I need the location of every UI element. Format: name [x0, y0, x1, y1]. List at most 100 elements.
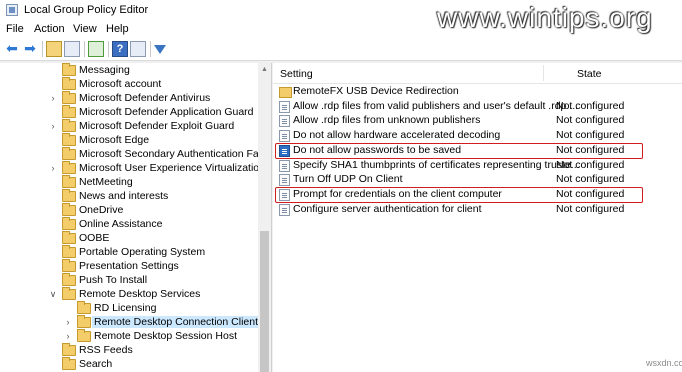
tree-item-label: Microsoft Defender Application Guard	[79, 106, 254, 118]
policy-name: Turn Off UDP On Client	[293, 173, 403, 186]
highlight-box	[275, 142, 643, 159]
tree-item[interactable]: Microsoft account	[48, 77, 258, 92]
policy-name: Specify SHA1 thumbprints of certificates…	[293, 158, 580, 171]
tree-item[interactable]: Search	[48, 357, 258, 372]
folder-icon	[62, 119, 76, 132]
tree-item-label: News and interests	[79, 190, 169, 202]
tree-pane: Messaging Microsoft account › Microsoft Def…	[0, 63, 272, 372]
policy-row[interactable]: Allow .rdp files from valid publishers a…	[273, 100, 682, 114]
tree-item-label: Remote Desktop Services	[79, 288, 201, 300]
folder-icon	[62, 189, 76, 202]
folder-icon	[77, 329, 91, 342]
toolbar-separator	[108, 41, 109, 57]
folder-icon	[62, 357, 76, 370]
tree-item[interactable]: Presentation Settings	[48, 259, 258, 274]
help-icon[interactable]: ?	[112, 41, 128, 57]
tree-item[interactable]: RSS Feeds	[48, 343, 258, 358]
tree-item-label: Microsoft Secondary Authentication Facto…	[79, 148, 272, 160]
expand-chevron-icon[interactable]: ›	[48, 93, 58, 103]
policy-state: Not configured	[556, 114, 625, 127]
filter-icon[interactable]	[154, 45, 166, 54]
tree-item[interactable]: RD Licensing	[63, 301, 258, 316]
folder-icon	[62, 77, 76, 90]
tree-item[interactable]: › Remote Desktop Connection Client	[63, 315, 261, 330]
corner-watermark: wsxdn.com	[646, 358, 682, 368]
policy-icon	[279, 115, 290, 128]
toolbar-separator	[84, 41, 85, 57]
tree-item[interactable]: Portable Operating System	[48, 245, 258, 260]
tree-item[interactable]: Microsoft Defender Application Guard	[48, 105, 258, 120]
folder-icon	[279, 87, 292, 98]
tree-item[interactable]: › Microsoft User Experience Virtualizatio…	[48, 161, 265, 176]
tree-item-label: OOBE	[79, 232, 110, 244]
policy-name: Allow .rdp files from valid publishers a…	[293, 99, 579, 112]
folder-icon	[62, 175, 76, 188]
expand-chevron-icon[interactable]: ›	[63, 331, 73, 341]
folder-icon	[62, 231, 76, 244]
policy-row[interactable]: Do not allow hardware accelerated decodi…	[273, 129, 682, 143]
tree-item[interactable]: Online Assistance	[48, 217, 258, 232]
tree-item-label: RSS Feeds	[79, 344, 133, 356]
export-list-icon[interactable]	[88, 41, 104, 57]
scroll-up-icon[interactable]: ▲	[261, 66, 268, 73]
menu-view[interactable]: View	[73, 23, 97, 35]
column-divider[interactable]	[543, 65, 544, 81]
folder-icon	[62, 63, 76, 76]
menu-help[interactable]: Help	[106, 23, 129, 35]
toolbar: ⬅ ➡ ?	[0, 38, 682, 61]
tree-item-label: Microsoft User Experience Virtualization	[79, 162, 265, 174]
tree-item[interactable]: OneDrive	[48, 203, 258, 218]
expand-chevron-icon[interactable]: ›	[63, 317, 73, 327]
tree-item-label: Microsoft Defender Exploit Guard	[79, 120, 235, 132]
tree-scrollbar[interactable]: ▲	[258, 63, 271, 372]
app-icon	[6, 4, 18, 16]
settings-pane: Setting State RemoteFX USB Device Redire…	[273, 63, 682, 372]
tree-item[interactable]: News and interests	[48, 189, 258, 204]
expand-chevron-icon[interactable]: ›	[48, 163, 58, 173]
folder-icon	[62, 245, 76, 258]
back-arrow-icon[interactable]: ⬅	[4, 41, 20, 57]
menu-action[interactable]: Action	[34, 23, 65, 35]
tree-item[interactable]: › Remote Desktop Session Host	[63, 329, 258, 344]
tree-item[interactable]: ∨ Remote Desktop Services	[48, 287, 258, 302]
tree-item-label: Presentation Settings	[79, 260, 179, 272]
column-state[interactable]: State	[577, 68, 602, 80]
tree-item[interactable]: Messaging	[48, 63, 258, 78]
policy-icon	[279, 203, 290, 216]
up-folder-icon[interactable]	[46, 41, 62, 57]
folder-icon	[62, 105, 76, 118]
policy-state: Not configured	[556, 99, 625, 112]
folder-icon	[62, 343, 76, 356]
tree-item-label: Remote Desktop Session Host	[94, 330, 237, 342]
tree-item-label: Search	[79, 358, 113, 370]
tree-item-label: Push To Install	[79, 274, 148, 286]
tree-item[interactable]: NetMeeting	[48, 175, 258, 190]
tree-item[interactable]: Push To Install	[48, 273, 258, 288]
policy-row[interactable]: Allow .rdp files from unknown publishers…	[273, 114, 682, 128]
policy-row[interactable]: Configure server authentication for clie…	[273, 203, 682, 217]
settings-folder-row[interactable]: RemoteFX USB Device Redirection	[273, 85, 682, 99]
policy-row[interactable]: Turn Off UDP On Client Not configured	[273, 173, 682, 187]
properties-icon[interactable]	[130, 41, 146, 57]
tree-item[interactable]: OOBE	[48, 231, 258, 246]
forward-arrow-icon[interactable]: ➡	[22, 41, 38, 57]
tree-item-label: OneDrive	[79, 204, 124, 216]
policy-icon	[279, 100, 290, 113]
menu-file[interactable]: File	[6, 23, 24, 35]
show-hide-tree-icon[interactable]	[64, 41, 80, 57]
policy-row[interactable]: Specify SHA1 thumbprints of certificates…	[273, 159, 682, 173]
tree-item[interactable]: Microsoft Edge	[48, 133, 258, 148]
policy-state: Not configured	[556, 129, 625, 142]
folder-icon	[62, 273, 76, 286]
tree-item[interactable]: › Microsoft Defender Antivirus	[48, 91, 258, 106]
policy-name: Do not allow hardware accelerated decodi…	[293, 129, 501, 142]
policy-state: Not configured	[556, 158, 625, 171]
folder-icon	[62, 259, 76, 272]
column-setting[interactable]: Setting	[280, 68, 313, 80]
tree-item[interactable]: › Microsoft Defender Exploit Guard	[48, 119, 258, 134]
tree-item[interactable]: Microsoft Secondary Authentication Facto…	[48, 147, 271, 162]
expand-chevron-icon[interactable]: ›	[48, 121, 58, 131]
folder-icon	[62, 147, 76, 160]
collapse-chevron-icon[interactable]: ∨	[48, 289, 58, 300]
scrollbar-thumb[interactable]	[260, 231, 269, 372]
